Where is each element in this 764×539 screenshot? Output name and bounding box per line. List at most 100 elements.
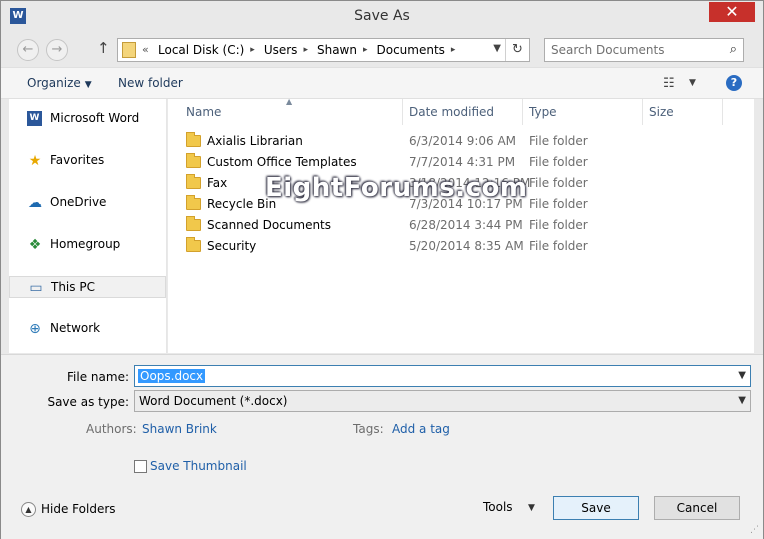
chevron-right-icon[interactable]: ▸ [451, 45, 456, 57]
dialog-title: Save As [354, 8, 410, 24]
chevron-down-icon[interactable]: ▼ [493, 43, 501, 54]
forward-button[interactable]: → [46, 39, 68, 61]
sidebar-item-label: Microsoft Word [50, 111, 140, 125]
back-button[interactable]: ← [17, 39, 39, 61]
column-divider[interactable] [642, 99, 643, 125]
caret-down-icon[interactable]: ▼ [528, 503, 535, 513]
sidebar-item-favorites[interactable]: ★ Favorites [9, 150, 166, 172]
column-header-date[interactable]: Date modified [409, 105, 494, 119]
sidebar-item-network[interactable]: ⊕ Network [9, 318, 166, 340]
tools-button[interactable]: Tools [483, 500, 513, 514]
authors-label: Authors: [86, 422, 137, 436]
breadcrumb-shawn[interactable]: Shawn [317, 43, 357, 57]
file-date: 6/3/2014 9:06 AM [409, 134, 517, 148]
breadcrumb-local-disk[interactable]: Local Disk (C:) [158, 43, 244, 57]
chevron-right-icon[interactable]: ▸ [363, 45, 368, 57]
file-name: Fax [207, 176, 228, 190]
file-name: Axialis Librarian [207, 134, 303, 148]
breadcrumb-overflow[interactable]: « [142, 43, 149, 56]
arrow-right-icon: → [51, 42, 63, 57]
navigation-bar: ← → ↑ « Local Disk (C:) ▸ Users ▸ Shawn … [1, 33, 763, 65]
column-divider[interactable] [522, 99, 523, 125]
breadcrumb-documents[interactable]: Documents [377, 43, 445, 57]
sidebar-item-this-pc[interactable]: ▭ This PC [9, 276, 166, 298]
arrow-left-icon: ← [22, 42, 34, 57]
folder-icon [186, 153, 201, 168]
sidebar-item-homegroup[interactable]: ❖ Homegroup [9, 234, 166, 256]
new-folder-button[interactable]: New folder [118, 76, 183, 90]
file-row[interactable]: Custom Office Templates 7/7/2014 4:31 PM… [180, 152, 750, 173]
column-divider[interactable] [722, 99, 723, 125]
up-button[interactable]: ↑ [97, 39, 110, 57]
organize-button[interactable]: Organize ▼ [27, 76, 92, 90]
help-icon[interactable]: ? [726, 75, 742, 91]
save-type-select[interactable]: Word Document (*.docx) ▼ [134, 390, 751, 412]
cloud-icon: ☁ [28, 195, 42, 211]
folder-icon [186, 132, 201, 147]
file-row[interactable]: Scanned Documents 6/28/2014 3:44 PM File… [180, 215, 750, 236]
file-date: 5/20/2014 8:35 AM [409, 239, 524, 253]
chevron-right-icon[interactable]: ▸ [250, 45, 255, 57]
chevron-down-icon[interactable]: ▼ [738, 395, 746, 406]
address-bar[interactable]: « Local Disk (C:) ▸ Users ▸ Shawn ▸ Docu… [117, 38, 530, 62]
star-icon: ★ [28, 153, 42, 169]
search-input[interactable] [551, 42, 711, 58]
save-type-label: Save as type: [47, 395, 129, 409]
sort-ascending-icon: ▲ [286, 97, 293, 106]
sidebar-item-label: Homegroup [50, 237, 121, 251]
watermark: EightForums.com [265, 173, 528, 203]
file-list: Name ▲ Date modified Type Size Axialis L… [168, 97, 754, 353]
view-options-icon[interactable]: ☷ [663, 76, 675, 91]
folder-icon [186, 174, 201, 189]
file-row[interactable]: Security 5/20/2014 8:35 AM File folder [180, 236, 750, 257]
sidebar-item-onedrive[interactable]: ☁ OneDrive [9, 192, 166, 214]
cancel-button[interactable]: Cancel [654, 496, 740, 520]
authors-field[interactable]: Shawn Brink [142, 422, 217, 436]
save-thumbnail-label[interactable]: Save Thumbnail [150, 459, 247, 473]
tags-field[interactable]: Add a tag [392, 422, 450, 436]
breadcrumb: Local Disk (C:) ▸ Users ▸ Shawn ▸ Docume… [158, 43, 464, 57]
breadcrumb-users[interactable]: Users [264, 43, 298, 57]
file-name-value[interactable]: Oops.docx [138, 369, 206, 383]
column-divider[interactable] [402, 99, 403, 125]
folder-location-icon [122, 42, 136, 58]
file-date: 6/28/2014 3:44 PM [409, 218, 523, 232]
refresh-button[interactable]: ↻ [505, 39, 529, 61]
search-icon[interactable]: ⌕ [730, 42, 737, 57]
caret-down-icon[interactable]: ▼ [689, 78, 696, 88]
chevron-down-icon[interactable]: ▼ [738, 370, 746, 381]
file-name-field[interactable]: Oops.docx ▼ [134, 365, 751, 387]
column-header-type[interactable]: Type [529, 105, 557, 119]
sidebar-item-label: OneDrive [50, 195, 107, 209]
chevron-right-icon[interactable]: ▸ [303, 45, 308, 57]
file-type: File folder [529, 197, 588, 211]
command-toolbar: Organize ▼ New folder ☷ ▼ ? [1, 67, 763, 99]
file-type: File folder [529, 239, 588, 253]
file-type: File folder [529, 155, 588, 169]
save-as-dialog: W Save As ✕ ← → ↑ « Local Disk (C:) ▸ Us… [0, 0, 764, 539]
resize-grip-icon[interactable]: ⋰ [750, 525, 759, 535]
column-header-name[interactable]: Name [186, 105, 221, 119]
hide-folders-label: Hide Folders [41, 502, 116, 516]
file-type: File folder [529, 134, 588, 148]
save-button[interactable]: Save [553, 496, 639, 520]
file-type: File folder [529, 218, 588, 232]
file-date: 7/7/2014 4:31 PM [409, 155, 516, 169]
refresh-icon: ↻ [512, 42, 523, 57]
search-box[interactable]: ⌕ [544, 38, 744, 62]
file-name: Custom Office Templates [207, 155, 357, 169]
column-header-size[interactable]: Size [649, 105, 674, 119]
homegroup-icon: ❖ [28, 237, 42, 253]
caret-down-icon: ▼ [84, 80, 92, 90]
tags-label: Tags: [353, 422, 384, 436]
sidebar-item-microsoft-word[interactable]: W Microsoft Word [9, 108, 166, 130]
file-type: File folder [529, 176, 588, 190]
save-thumbnail-checkbox[interactable] [134, 460, 147, 473]
file-name: Security [207, 239, 257, 253]
file-row[interactable]: Axialis Librarian 6/3/2014 9:06 AM File … [180, 131, 750, 152]
close-button[interactable]: ✕ [709, 2, 755, 22]
word-icon: W [27, 111, 42, 126]
save-type-value: Word Document (*.docx) [139, 394, 288, 408]
folder-icon [186, 195, 201, 210]
arrow-up-icon: ↑ [97, 39, 110, 57]
